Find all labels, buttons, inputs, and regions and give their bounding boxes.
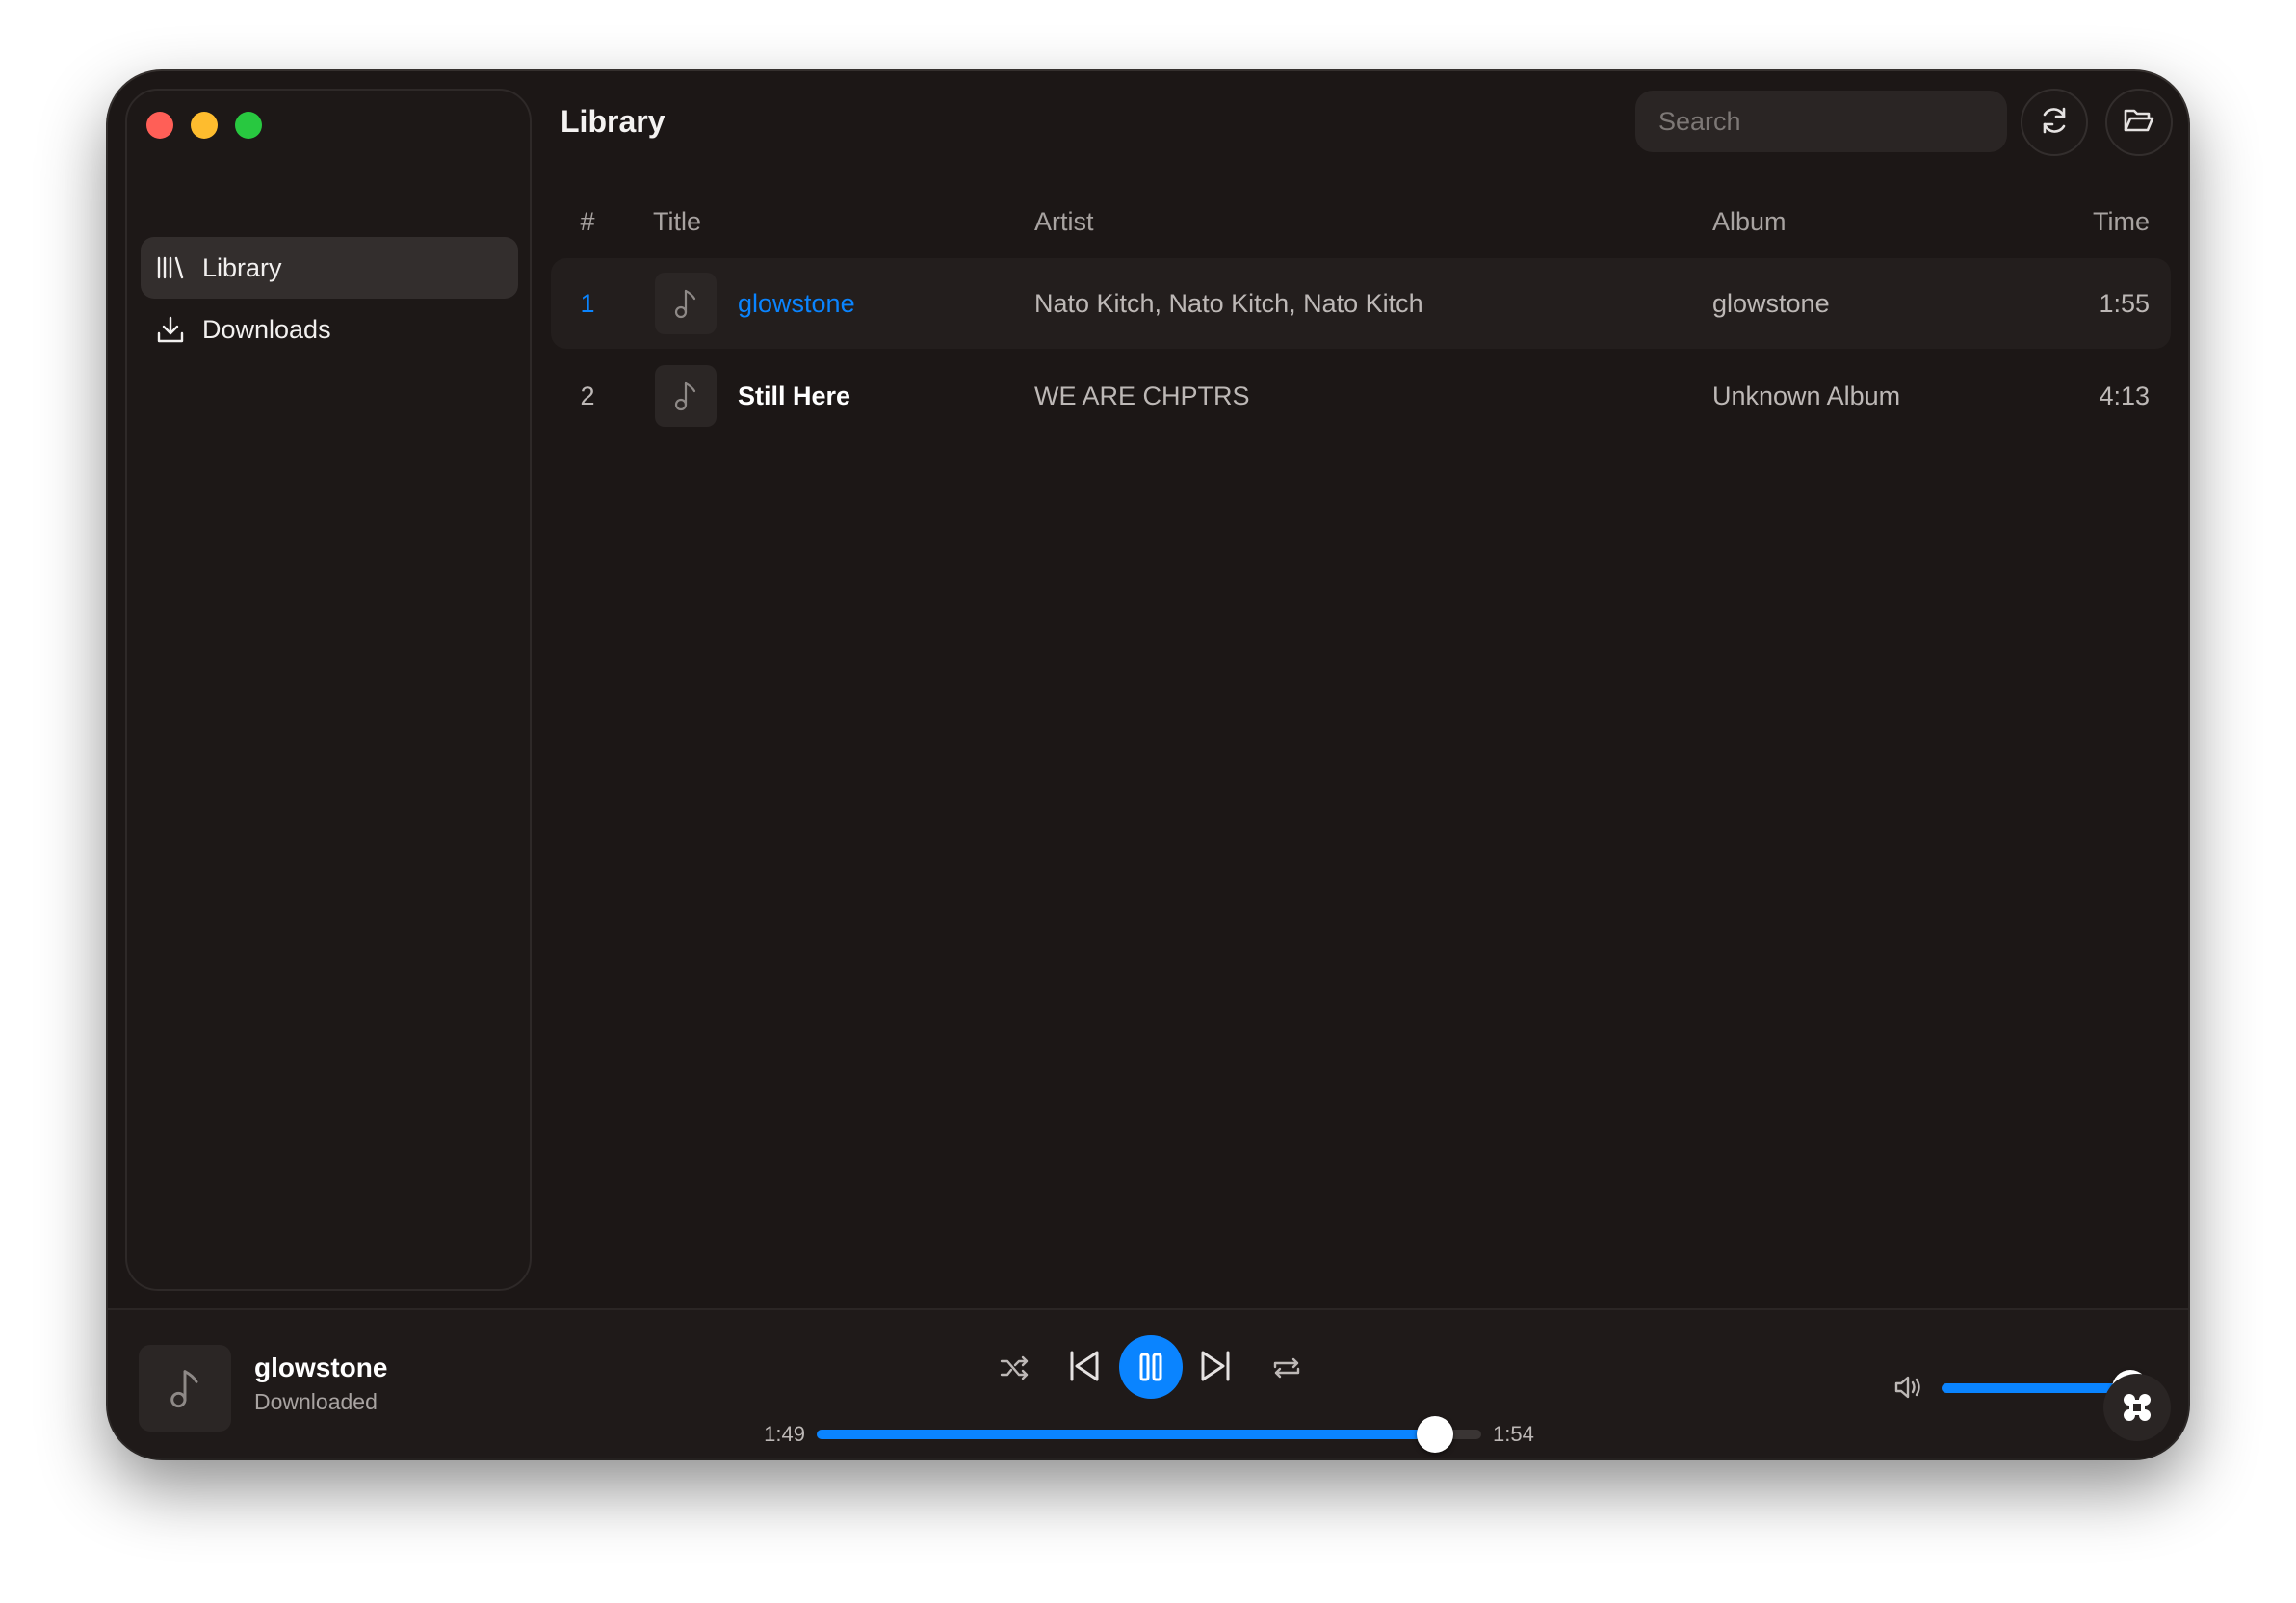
volume-icon[interactable] (1892, 1370, 1926, 1405)
progress-fill (817, 1430, 1435, 1439)
sidebar-item-label: Downloads (202, 314, 331, 344)
now-playing-status: Downloaded (254, 1389, 378, 1414)
minimize-window-button[interactable] (191, 112, 218, 139)
track-artwork (655, 365, 717, 427)
music-note-icon (674, 381, 696, 411)
track-artist: Nato Kitch, Nato Kitch, Nato Kitch (1034, 289, 1423, 318)
table-header: # Title Artist Album Time (551, 195, 2171, 249)
column-header-album[interactable]: Album (1712, 195, 1787, 249)
search-input[interactable] (1635, 91, 2007, 152)
shuffle-button[interactable] (990, 1343, 1040, 1393)
music-note-icon (674, 289, 696, 319)
total-time: 1:54 (1493, 1422, 1534, 1446)
skip-forward-icon (1201, 1351, 1230, 1381)
window-controls (146, 112, 262, 139)
previous-track-button[interactable] (1057, 1339, 1111, 1393)
refresh-icon (2038, 104, 2071, 142)
skip-back-icon (1070, 1351, 1099, 1381)
close-window-button[interactable] (146, 112, 173, 139)
app-action-button[interactable] (2103, 1374, 2171, 1441)
track-artwork (655, 273, 717, 334)
sidebar-item-downloads[interactable]: Downloads (141, 299, 518, 360)
page-title: Library (561, 104, 665, 139)
player-bar: glowstone Downloaded 1:49 1:54 (108, 1308, 2188, 1458)
column-header-number[interactable]: # (570, 195, 605, 249)
pause-button[interactable] (1119, 1335, 1183, 1399)
elapsed-time: 1:49 (764, 1422, 805, 1446)
column-header-artist[interactable]: Artist (1034, 195, 1094, 249)
repeat-button[interactable] (1262, 1343, 1312, 1393)
sidebar: Library Downloads (125, 89, 532, 1291)
shuffle-icon (1000, 1355, 1029, 1380)
folder-open-icon (2123, 106, 2155, 140)
next-track-button[interactable] (1188, 1339, 1242, 1393)
table-row[interactable]: 1 glowstone Nato Kitch, Nato Kitch, Nato… (551, 258, 2171, 349)
download-icon (154, 313, 187, 346)
zoom-window-button[interactable] (235, 112, 262, 139)
progress-slider[interactable] (817, 1416, 1481, 1453)
sidebar-item-library[interactable]: Library (141, 237, 518, 299)
track-duration: 1:55 (2099, 289, 2150, 318)
pause-icon (1139, 1353, 1162, 1381)
track-title: glowstone (738, 289, 855, 318)
sidebar-item-label: Library (202, 252, 282, 282)
volume-fill (1942, 1383, 2130, 1393)
open-folder-button[interactable] (2105, 89, 2173, 156)
volume-slider[interactable] (1942, 1370, 2149, 1406)
column-header-time[interactable]: Time (2093, 195, 2150, 249)
track-album: Unknown Album (1712, 381, 1901, 410)
table-row[interactable]: 2 Still Here WE ARE CHPTRS Unknown Album… (551, 351, 2171, 441)
track-number: 1 (580, 289, 595, 318)
now-playing-title: glowstone (254, 1353, 388, 1382)
library-icon (154, 251, 187, 284)
track-title: Still Here (738, 381, 851, 410)
progress-thumb[interactable] (1416, 1416, 1453, 1453)
track-duration: 4:13 (2099, 381, 2150, 410)
music-note-icon (170, 1370, 198, 1408)
now-playing-artwork (139, 1345, 231, 1432)
column-header-title[interactable]: Title (653, 195, 701, 249)
refresh-button[interactable] (2021, 89, 2088, 156)
track-artist: WE ARE CHPTRS (1034, 381, 1250, 410)
track-album: glowstone (1712, 289, 1830, 318)
track-number: 2 (580, 381, 595, 410)
repeat-icon (1273, 1357, 1300, 1379)
app-window: Library Downloads Library Search # Title… (108, 71, 2188, 1458)
command-icon (2124, 1394, 2151, 1421)
